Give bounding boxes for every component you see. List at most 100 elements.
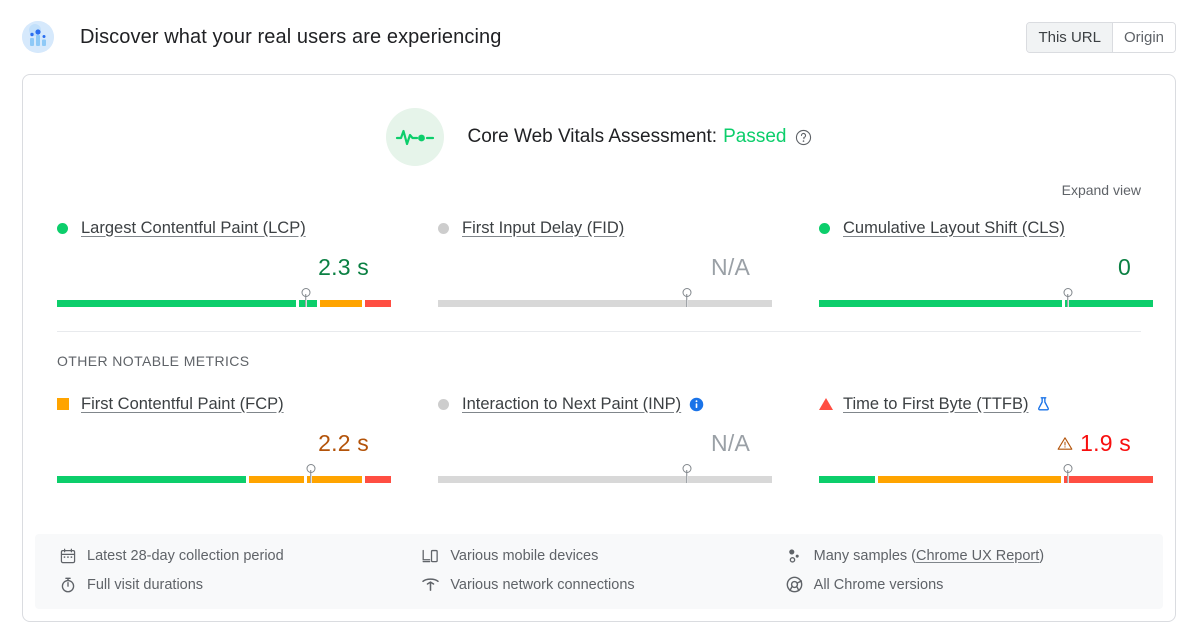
footer-item-samples: Many samples (Chrome UX Report)	[786, 548, 1139, 564]
metric-cls-bar	[819, 285, 1153, 307]
bar-segment-red	[1064, 476, 1154, 483]
devices-icon	[422, 548, 439, 564]
calendar-icon	[59, 548, 76, 564]
footer-label-after: )	[1039, 548, 1045, 564]
footer-item-chrome-versions: All Chrome versions	[786, 576, 1139, 593]
value-marker-pin	[309, 465, 312, 483]
core-metrics-grid: Largest Contentful Paint (LCP) 2.3 s Fir…	[23, 198, 1175, 307]
metric-fcp-bar	[57, 461, 391, 483]
footer-item-devices: Various mobile devices	[422, 548, 775, 564]
metric-ttfb-header: Time to First Byte (TTFB)	[819, 391, 1153, 417]
metric-ttfb: Time to First Byte (TTFB) 1.9 s	[819, 391, 1154, 483]
chrome-icon	[786, 576, 803, 593]
status-triangle-poor-icon	[819, 398, 833, 410]
metric-fcp-value: 2.2 s	[318, 429, 369, 456]
metric-fcp-header: First Contentful Paint (FCP)	[57, 391, 391, 417]
scope-toggle-group[interactable]: This URL Origin	[1026, 22, 1176, 53]
value-marker-pin	[1066, 465, 1069, 483]
metric-inp-bar	[438, 461, 772, 483]
metric-ttfb-value-row: 1.9 s	[819, 427, 1153, 459]
metric-inp-value: N/A	[711, 429, 750, 456]
metric-ttfb-bar	[819, 461, 1154, 483]
bar-segment-green	[57, 300, 296, 307]
metric-fid-bar	[438, 285, 772, 307]
page-title: Discover what your real users are experi…	[80, 25, 502, 48]
metric-fid: First Input Delay (FID) N/A	[438, 215, 772, 307]
metric-ttfb-label[interactable]: Time to First Byte (TTFB)	[843, 395, 1028, 414]
help-circle-icon[interactable]	[795, 129, 812, 146]
metric-fcp-value-row: 2.2 s	[57, 427, 391, 459]
status-dot-na-icon	[438, 222, 449, 234]
status-square-average-icon	[57, 398, 69, 410]
footer-label: Latest 28-day collection period	[87, 548, 284, 564]
expand-view-button[interactable]: Expand view	[23, 166, 1175, 198]
status-dot-good-icon	[819, 222, 830, 234]
metric-fid-value: N/A	[711, 253, 750, 280]
bar-segment-green	[1065, 300, 1153, 307]
footer-item-visit-durations: Full visit durations	[59, 576, 412, 593]
bar-segment-green	[298, 300, 317, 307]
metric-fid-header: First Input Delay (FID)	[438, 215, 772, 241]
chrome-ux-report-link[interactable]: Chrome UX Report	[916, 548, 1039, 564]
assessment-status: Passed	[723, 126, 787, 147]
metric-cls-label[interactable]: Cumulative Layout Shift (CLS)	[843, 219, 1065, 238]
footer-item-network: Various network connections	[422, 576, 775, 593]
value-marker-pin	[685, 289, 688, 307]
bar-segment-red	[365, 300, 391, 307]
metric-ttfb-value: 1.9 s	[1080, 429, 1131, 456]
network-icon	[422, 577, 440, 592]
stopwatch-icon	[59, 577, 76, 593]
metric-inp-label[interactable]: Interaction to Next Paint (INP)	[462, 395, 681, 414]
footer-label: Various mobile devices	[450, 548, 599, 564]
bar-segment-orange	[306, 476, 362, 483]
data-collection-footer: Latest 28-day collection period Various …	[35, 534, 1163, 609]
metric-lcp: Largest Contentful Paint (LCP) 2.3 s	[57, 215, 391, 307]
metric-fcp-label[interactable]: First Contentful Paint (FCP)	[81, 395, 284, 414]
footer-label: Full visit durations	[87, 576, 204, 593]
bar-segment-green	[819, 476, 875, 483]
metric-cls-header: Cumulative Layout Shift (CLS)	[819, 215, 1153, 241]
value-marker-pin	[685, 465, 688, 483]
metric-lcp-value-row: 2.3 s	[57, 251, 391, 283]
footer-label: All Chrome versions	[813, 576, 944, 593]
toggle-this-url[interactable]: This URL	[1027, 23, 1112, 52]
assessment-label: Core Web Vitals Assessment:	[467, 126, 718, 147]
status-dot-na-icon	[438, 398, 449, 410]
warning-triangle-icon	[1057, 436, 1073, 451]
bar-segment-grey	[438, 476, 684, 483]
metric-cls-value: 0	[1118, 253, 1131, 280]
page-header: Discover what your real users are experi…	[0, 0, 1198, 74]
metric-inp-header: Interaction to Next Paint (INP)	[438, 391, 772, 417]
users-chart-icon	[22, 21, 54, 53]
bar-segment-green	[57, 476, 246, 483]
bar-segment-grey	[683, 300, 772, 307]
value-marker-pin	[1066, 289, 1069, 307]
bar-segment-grey	[683, 476, 772, 483]
metric-lcp-value: 2.3 s	[318, 253, 369, 280]
toggle-origin[interactable]: Origin	[1111, 23, 1175, 52]
metric-fcp: First Contentful Paint (FCP) 2.2 s	[57, 391, 391, 483]
metric-inp: Interaction to Next Paint (INP) N/A	[438, 391, 772, 483]
samples-icon	[786, 548, 803, 564]
info-circle-icon[interactable]	[689, 397, 704, 412]
metric-lcp-label[interactable]: Largest Contentful Paint (LCP)	[81, 219, 306, 238]
bar-segment-orange	[248, 476, 304, 483]
bar-segment-orange	[877, 476, 1062, 483]
bar-segment-orange	[319, 300, 362, 307]
metric-fid-label[interactable]: First Input Delay (FID)	[462, 219, 624, 238]
value-marker-pin	[304, 289, 307, 307]
other-metrics-grid: First Contentful Paint (FCP) 2.2 s Inter…	[23, 369, 1175, 483]
footer-item-collection-period: Latest 28-day collection period	[59, 548, 412, 564]
metric-cls: Cumulative Layout Shift (CLS) 0	[819, 215, 1153, 307]
flask-icon[interactable]	[1036, 396, 1051, 412]
metric-cls-value-row: 0	[819, 251, 1153, 283]
other-metrics-title: OTHER NOTABLE METRICS	[57, 353, 250, 369]
footer-label: Many samples (	[813, 548, 916, 564]
assessment-text: Core Web Vitals Assessment: Passed	[468, 126, 813, 148]
bar-segment-grey	[438, 300, 684, 307]
metric-lcp-header: Largest Contentful Paint (LCP)	[57, 215, 391, 241]
metric-fid-value-row: N/A	[438, 251, 772, 283]
metric-inp-value-row: N/A	[438, 427, 772, 459]
core-web-vitals-assessment: Core Web Vitals Assessment: Passed	[23, 75, 1175, 166]
bar-segment-green	[819, 300, 1063, 307]
